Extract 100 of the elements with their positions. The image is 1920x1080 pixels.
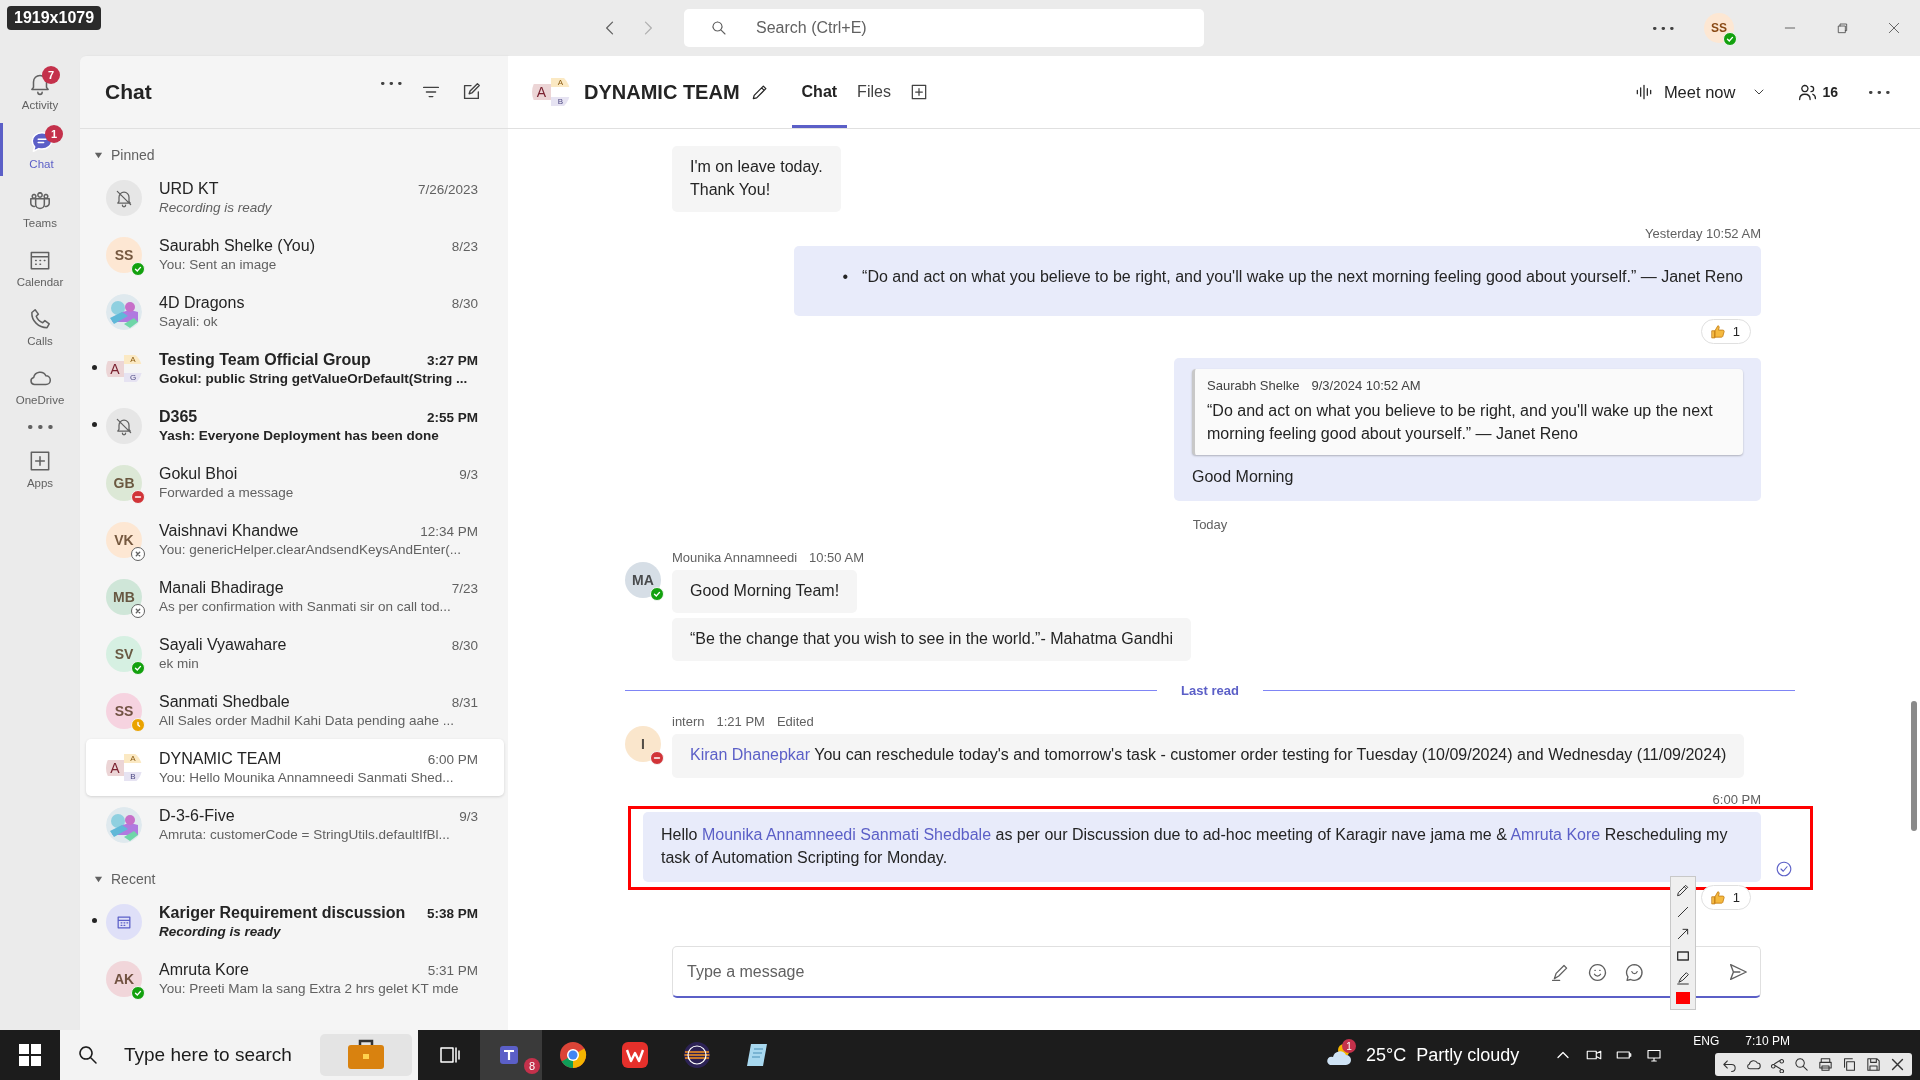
chat-time: 7/23 — [451, 581, 478, 596]
more-options-icon[interactable] — [380, 81, 402, 86]
chat-list-item[interactable]: GB Gokul Bhoi 9/3 Forwarded a message — [86, 454, 504, 511]
chat-name: Sanmati Shedbale — [159, 693, 291, 711]
chat-list-item[interactable]: URD KT 7/26/2023 Recording is ready — [86, 169, 504, 226]
reaction-button[interactable]: 1 — [1700, 318, 1751, 344]
clock[interactable]: 7:10 PM — [1745, 1034, 1790, 1048]
chat-list-item[interactable]: D365 2:55 PM Yash: Everyone Deployment has been done — [86, 397, 504, 454]
list-item: “Do and act on what you believe to be right, and you'll wake up the next morning feeling good about yourself.” — Janet Reno — [862, 267, 1743, 288]
avatar-initials: VK — [106, 521, 142, 558]
share-icon[interactable] — [1769, 1056, 1786, 1073]
chat-name: Amruta Kore — [159, 961, 250, 979]
briefcase-icon[interactable] — [346, 1039, 386, 1071]
rail-button[interactable]: Calls — [0, 300, 80, 353]
rail-button[interactable]: Calendar — [0, 241, 80, 294]
color-swatch[interactable] — [1676, 992, 1690, 1004]
chat-list-item[interactable]: SV Sayali Vyawahare 8/30 ek min — [86, 625, 504, 682]
message-bubble: Good Morning Team! — [672, 570, 858, 614]
tab[interactable]: Chat — [791, 56, 848, 128]
rectangle-tool-icon[interactable] — [1675, 948, 1691, 964]
chat-name: DYNAMIC TEAM — [159, 750, 283, 768]
mention-link[interactable]: Mounika Annamneedi — [701, 825, 856, 843]
message-text: Good Morning — [1192, 467, 1294, 485]
arrow-tool-icon[interactable] — [1675, 926, 1691, 942]
chat-title: DYNAMIC TEAM — [584, 80, 740, 104]
participants-button[interactable]: 16 — [1791, 80, 1844, 104]
search-icon — [710, 19, 728, 37]
chat-name: Vaishnavi Khandwe — [159, 522, 300, 540]
office-app-icon[interactable] — [621, 1041, 649, 1069]
chat-list-item[interactable]: VK Vaishnavi Khandwe 12:34 PM You: genericHelper.clearAndsendKeysAndEnter(... — [86, 511, 504, 568]
edited-label: Edited — [776, 714, 814, 730]
weather-condition: Partly cloudy — [1416, 1044, 1520, 1066]
profile-avatar[interactable]: SS — [1704, 13, 1734, 43]
close-icon[interactable] — [1886, 20, 1902, 36]
print-icon[interactable] — [1817, 1056, 1834, 1073]
more-options-icon[interactable] — [1868, 89, 1890, 95]
chat-preview: You: Hello Mounika Annamneedi Sanmati Shed... — [159, 770, 455, 785]
chat-list-item[interactable]: MB Manali Bhadirage 7/23 As per confirmation with Sanmati sir on call tod... — [86, 568, 504, 625]
mention-link[interactable]: Sanmati Shedbale — [860, 825, 992, 843]
scrollbar[interactable] — [1911, 701, 1917, 831]
line-tool-icon[interactable] — [1675, 904, 1691, 920]
send-icon[interactable] — [1727, 961, 1749, 983]
search-field[interactable]: Search (Ctrl+E) — [684, 9, 1204, 47]
thumbs-up-icon — [1709, 322, 1727, 340]
chat-list-item[interactable]: A A G Testing Team Official Group 3:27 PM Gokul: public String getValueOrDefault(String ... — [86, 340, 504, 397]
highlighter-icon[interactable] — [1675, 970, 1691, 986]
avatar-letter: A — [106, 759, 124, 776]
copy-icon[interactable] — [1841, 1056, 1858, 1073]
avatar-initials: SS — [106, 236, 142, 273]
search-icon[interactable] — [1793, 1056, 1810, 1073]
chat-preview: You: Sent an image — [159, 257, 278, 272]
chat-list-item[interactable]: Kariger Requirement discussion 5:38 PM Recording is ready — [86, 893, 504, 950]
quoted-message[interactable]: Saurabh Shelke 9/3/2024 10:52 AM “Do and act on what you believe to be right, and you'll wake up the next morning feeling good about yourself.” — Janet Reno — [1192, 368, 1743, 455]
rail-button[interactable]: Teams — [0, 182, 80, 235]
windows-logo-icon[interactable] — [19, 1044, 41, 1066]
message-time: 1:21 PM — [716, 714, 765, 730]
mention-link[interactable]: Kiran Dhanepkar — [690, 746, 811, 764]
avatar-initials: AK — [106, 960, 142, 997]
avatar-initials: MB — [106, 578, 142, 615]
avatar-letter: G — [124, 373, 142, 382]
rail-button[interactable]: Apps — [0, 442, 80, 495]
reaction-button[interactable]: 1 — [1700, 885, 1751, 910]
rail-button[interactable]: OneDrive — [0, 359, 80, 412]
meet-now-button[interactable]: Meet now — [1629, 82, 1740, 102]
ide-app-icon[interactable] — [682, 1040, 712, 1070]
sticker-icon[interactable] — [1624, 961, 1645, 983]
section-header[interactable]: Pinned — [80, 129, 508, 169]
thumbs-up-icon — [1709, 889, 1727, 906]
chat-name: D-3-6-Five — [159, 807, 236, 825]
avatar-letter: A — [106, 360, 124, 377]
avatar-initials: GB — [106, 464, 142, 501]
message-input[interactable]: Type a message — [672, 946, 1761, 998]
browser-icon[interactable] — [559, 1041, 587, 1069]
avatar-letter: A — [124, 355, 142, 364]
chat-list-item[interactable]: A A B DYNAMIC TEAM 6:00 PM You: Hello Mounika Annamneedi Sanmati Shed... — [86, 739, 504, 796]
last-read-label: Last read — [1181, 683, 1239, 699]
emoji-icon[interactable] — [1587, 961, 1608, 983]
chat-preview: As per confirmation with Sanmati sir on call tod... — [159, 599, 452, 614]
section-header[interactable]: Recent — [80, 853, 508, 893]
chat-list-item[interactable]: 4D Dragons 8/30 Sayali: ok — [86, 283, 504, 340]
chat-preview: Gokul: public String getValueOrDefault(String ... — [159, 371, 469, 386]
chat-list-item[interactable]: SS Saurabh Shelke (You) 8/23 You: Sent an image — [86, 226, 504, 283]
language-indicator[interactable]: ENG — [1693, 1034, 1720, 1048]
message-time: Yesterday 10:52 AM — [1645, 226, 1761, 242]
chat-list-item[interactable]: D-3-6-Five 9/3 Amruta: customerCode = StringUtils.defaultIfBl... — [86, 796, 504, 853]
mention-link[interactable]: Amruta Kore — [1510, 825, 1601, 843]
chat-list-item[interactable]: SS Sanmati Shedbale 8/31 All Sales order Madhil Kahi Data pending aahe ... — [86, 682, 504, 739]
unread-dot — [92, 422, 97, 427]
rail-button[interactable]: Activity 7 — [0, 64, 80, 117]
more-options-icon[interactable] — [1652, 25, 1674, 31]
tab[interactable]: Files — [847, 56, 901, 128]
chat-list-item[interactable]: AK Amruta Kore 5:31 PM You: Preeti Mam la sang Extra 2 hrs gelet KT mde — [86, 950, 504, 1007]
save-icon[interactable] — [1865, 1056, 1882, 1073]
quote-author: Saurabh Shelke — [1207, 376, 1300, 395]
chat-time: 6:00 PM — [427, 752, 478, 767]
close-icon[interactable] — [1889, 1056, 1906, 1073]
notification-badge: 1 — [45, 125, 63, 143]
avatar-letter: B — [551, 97, 570, 106]
pen-icon[interactable] — [1675, 882, 1691, 898]
caret-icon — [94, 150, 103, 160]
